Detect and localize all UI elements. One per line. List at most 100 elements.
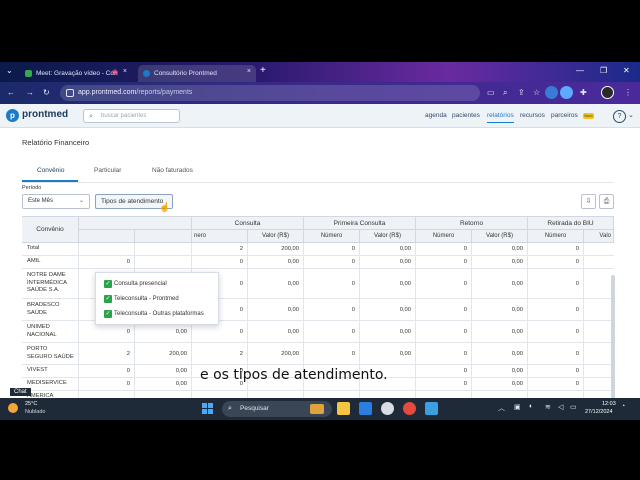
nav-pacientes[interactable]: pacientes bbox=[452, 112, 480, 119]
value-cell: 0,00 bbox=[360, 343, 416, 364]
hand-cursor-icon: ☝ bbox=[159, 202, 171, 212]
value-cell: 0 bbox=[304, 299, 360, 320]
minimize-icon[interactable]: — bbox=[576, 66, 584, 75]
value-cell: 0,00 bbox=[248, 256, 304, 268]
tab-prontmed[interactable]: Consultório Prontmed × bbox=[138, 65, 256, 82]
tab-meet[interactable]: Meet: Gravação vídeo - Con ◉ × bbox=[20, 65, 132, 82]
value-cell: 0,00 bbox=[248, 269, 304, 298]
value-cell: 0 bbox=[416, 269, 472, 298]
nav-recursos[interactable]: recursos bbox=[520, 112, 545, 119]
value-cell: 0,00 bbox=[360, 321, 416, 342]
volume-icon[interactable]: ◁ bbox=[558, 403, 563, 411]
close-icon[interactable]: × bbox=[123, 68, 127, 75]
clock-time[interactable]: 12:03 bbox=[602, 401, 616, 407]
windows-start-icon[interactable] bbox=[202, 403, 213, 414]
extensions-puzzle-icon[interactable]: ✚ bbox=[580, 88, 587, 97]
chrome-icon[interactable] bbox=[403, 402, 416, 415]
chevron-up-icon[interactable]: ︿ bbox=[498, 403, 505, 413]
value-cell: 0,00 bbox=[135, 378, 192, 390]
tab-convenio[interactable]: Convênio bbox=[37, 167, 64, 174]
share-icon[interactable]: ⇪ bbox=[518, 88, 525, 97]
service-types-dropdown: ✓ Consulta presencial ✓ Teleconsulta - P… bbox=[95, 272, 219, 325]
calculator-icon[interactable] bbox=[359, 402, 372, 415]
app-logo[interactable]: prontmed bbox=[22, 109, 68, 120]
close-icon[interactable]: × bbox=[247, 68, 251, 75]
tray-app-icon[interactable]: ▣ bbox=[514, 403, 521, 411]
file-explorer-icon[interactable] bbox=[337, 402, 350, 415]
insurer-name-cell: PORTO SEGURO SAÚDE bbox=[22, 343, 79, 364]
notifications-icon[interactable]: ◔ bbox=[621, 403, 625, 410]
address-bar[interactable]: app.prontmed.com/reports/payments bbox=[60, 85, 480, 101]
tab-particular[interactable]: Particular bbox=[94, 167, 121, 174]
tray-app-icon[interactable]: ◐ bbox=[529, 403, 533, 410]
option-label: Teleconsulta - Outras plataformas bbox=[114, 311, 204, 317]
wifi-icon[interactable]: ≋ bbox=[545, 403, 551, 411]
option-label: Consulta presencial bbox=[114, 281, 167, 287]
option-consulta-presencial[interactable]: ✓ Consulta presencial bbox=[104, 279, 167, 289]
nav-agenda[interactable]: agenda bbox=[425, 112, 447, 119]
value-cell bbox=[135, 256, 192, 268]
bookmark-star-icon[interactable]: ☆ bbox=[533, 88, 540, 97]
value-cell bbox=[135, 243, 192, 255]
value-cell: 0 bbox=[192, 256, 248, 268]
print-button[interactable]: ⎙ bbox=[599, 194, 614, 209]
value-cell: 2 bbox=[79, 343, 135, 364]
table-scrollbar[interactable] bbox=[611, 275, 615, 415]
option-teleconsulta-prontmed[interactable]: ✓ Teleconsulta - Prontmed bbox=[104, 294, 179, 304]
checkbox-checked-icon[interactable]: ✓ bbox=[104, 280, 112, 288]
weather-icon[interactable] bbox=[8, 403, 18, 413]
clock-date[interactable]: 27/12/2024 bbox=[585, 409, 613, 415]
value-cell: 0 bbox=[416, 343, 472, 364]
back-icon[interactable]: ← bbox=[7, 88, 15, 97]
profile-avatar[interactable] bbox=[601, 86, 614, 99]
value-cell: 0,00 bbox=[472, 321, 528, 342]
value-cell: 0,00 bbox=[472, 299, 528, 320]
subheader-numero bbox=[79, 230, 135, 243]
search-input[interactable]: ⌕ buscar pacientes bbox=[83, 109, 180, 123]
forward-icon[interactable]: → bbox=[26, 88, 34, 97]
value-cell: 0,00 bbox=[135, 365, 192, 377]
reload-icon[interactable]: ↻ bbox=[43, 88, 50, 97]
help-icon[interactable]: ? bbox=[613, 110, 626, 123]
nav-parceiros[interactable]: parceiros bbox=[551, 112, 578, 119]
weather-temp: 25°C bbox=[25, 401, 38, 407]
zoom-icon[interactable]: ⌕ bbox=[503, 88, 507, 98]
column-header-convenio: Convênio bbox=[22, 217, 79, 243]
value-cell: 0 bbox=[304, 256, 360, 268]
value-cell: 0,00 bbox=[472, 256, 528, 268]
value-cell: 0 bbox=[528, 378, 584, 390]
taskbar-search[interactable]: ⌕ Pesquisar bbox=[222, 401, 332, 417]
cast-icon[interactable]: ▭ bbox=[487, 88, 495, 97]
battery-icon[interactable]: ▭ bbox=[570, 403, 577, 411]
insurer-name-cell: BRADESCO SAÚDE bbox=[22, 299, 79, 320]
notepad-icon[interactable] bbox=[425, 402, 438, 415]
period-select[interactable]: Este Mês ⌄ bbox=[22, 194, 90, 209]
chat-label[interactable]: Chat bbox=[10, 388, 31, 396]
value-cell: 0 bbox=[528, 365, 584, 377]
nav-relatorios[interactable]: relatórios bbox=[487, 112, 514, 123]
value-cell: 0,00 bbox=[472, 378, 528, 390]
page-title: Relatório Financeiro bbox=[22, 138, 90, 147]
new-tab-icon[interactable]: + bbox=[260, 65, 266, 76]
tab-prontmed-title: Consultório Prontmed bbox=[154, 70, 217, 77]
maximize-icon[interactable]: ❐ bbox=[600, 66, 607, 75]
app-icon[interactable] bbox=[381, 402, 394, 415]
column-header-retorno: Retorno bbox=[416, 217, 528, 230]
site-info-icon[interactable] bbox=[66, 89, 74, 97]
more-menu-icon[interactable]: ⋮ bbox=[624, 88, 632, 97]
chevron-down-icon[interactable]: ⌄ bbox=[628, 111, 634, 119]
window-close-icon[interactable]: ✕ bbox=[623, 66, 630, 75]
period-value: Este Mês bbox=[28, 198, 54, 204]
option-teleconsulta-outras[interactable]: ✓ Teleconsulta - Outras plataformas bbox=[104, 309, 204, 319]
export-button[interactable]: ⇩ bbox=[581, 194, 596, 209]
video-caption: e os tipos de atendimento. bbox=[200, 367, 388, 383]
extension-icon[interactable] bbox=[560, 86, 573, 99]
tab-nao-faturados[interactable]: Não faturados bbox=[152, 167, 193, 174]
value-cell: 0 bbox=[528, 269, 584, 298]
checkbox-checked-icon[interactable]: ✓ bbox=[104, 295, 112, 303]
extension-icon[interactable] bbox=[545, 86, 558, 99]
value-cell: 0,00 bbox=[248, 321, 304, 342]
checkbox-checked-icon[interactable]: ✓ bbox=[104, 310, 112, 318]
value-cell: 0 bbox=[304, 269, 360, 298]
tab-list-icon[interactable]: ⌄ bbox=[6, 66, 13, 75]
